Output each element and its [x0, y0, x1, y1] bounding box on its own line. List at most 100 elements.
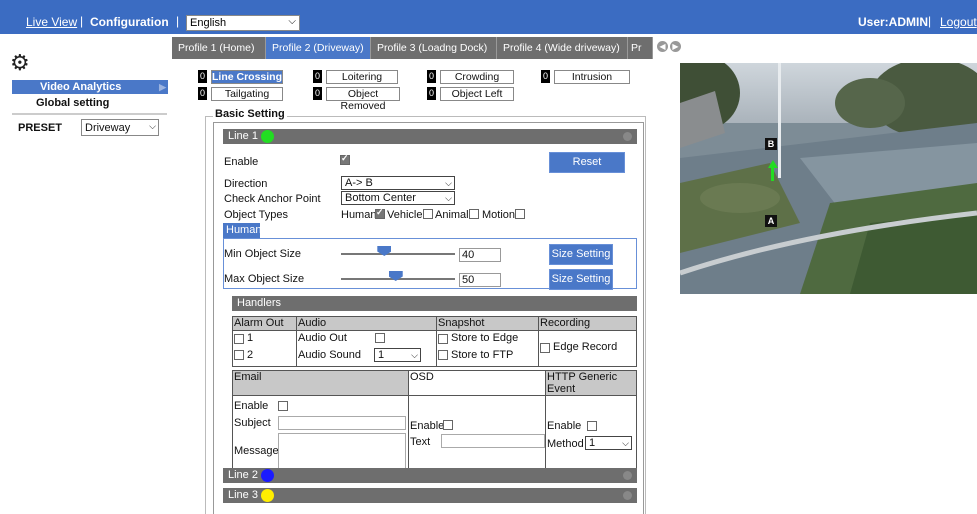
object-type-vehicle[interactable]: Vehicle: [387, 209, 422, 221]
tab-label: Profile 4 (Wide driveway): [503, 42, 620, 54]
http-enable-checkbox[interactable]: [587, 421, 597, 431]
scroll-left-icon[interactable]: ◀: [657, 41, 668, 52]
min-size-setting-button[interactable]: Size Setting: [549, 244, 613, 265]
max-size-input[interactable]: 50: [459, 273, 501, 287]
line-2-header[interactable]: Line 2: [223, 468, 637, 483]
object-types-label: Object Types: [224, 209, 288, 221]
http-cell: Enable Method 1 ⌵: [545, 395, 637, 474]
alarm-1-checkbox[interactable]: [234, 334, 244, 344]
alarm-2-label: 2: [247, 349, 254, 361]
message-textarea[interactable]: [278, 433, 406, 471]
language-value: English: [190, 17, 227, 29]
tab-profile-5[interactable]: Pr: [628, 37, 653, 59]
line-1-header[interactable]: Line 1: [223, 129, 637, 144]
anchor-point-value: Bottom Center: [345, 192, 416, 204]
marker-a: A: [765, 215, 777, 227]
anchor-point-label: Check Anchor Point: [224, 193, 321, 205]
enable-label: Enable: [224, 156, 259, 168]
osd-enable-checkbox[interactable]: [443, 420, 453, 430]
osd-text-input[interactable]: [441, 434, 545, 448]
enable-checkbox[interactable]: [340, 153, 350, 165]
direction-arrow: [771, 167, 774, 181]
tab-label: Profile 1 (Home): [178, 42, 255, 54]
audio-header: Audio: [296, 316, 437, 331]
store-ftp-label: Store to FTP: [451, 349, 514, 361]
object-type-animal[interactable]: Animal: [435, 209, 469, 221]
user-label: User:ADMIN: [858, 15, 929, 29]
min-size-input[interactable]: 40: [459, 248, 501, 262]
method-value: 1: [589, 437, 596, 449]
preset-value: Driveway: [85, 122, 131, 134]
min-size-slider[interactable]: [341, 253, 455, 255]
store-edge-label: Store to Edge: [451, 332, 519, 344]
collapse-icon[interactable]: [623, 491, 632, 500]
recording-header: Recording: [538, 316, 637, 331]
count-badge: 0: [427, 87, 436, 100]
vehicle-checkbox[interactable]: [423, 209, 433, 219]
line-1-color-dot: [261, 130, 274, 143]
language-select[interactable]: English ⌵: [186, 15, 300, 31]
tab-profile-1[interactable]: Profile 1 (Home): [172, 37, 266, 59]
anchor-point-select[interactable]: Bottom Center ⌵: [341, 191, 455, 205]
tab-label: Pr: [631, 42, 642, 54]
object-type-human[interactable]: Human: [341, 209, 376, 221]
triangle-right-icon: ▶: [159, 82, 166, 92]
tab-profile-3[interactable]: Profile 3 (Loadng Dock): [371, 37, 497, 59]
tab-profile-4[interactable]: Profile 4 (Wide driveway): [497, 37, 628, 59]
line-3-header[interactable]: Line 3: [223, 488, 637, 503]
chevron-down-icon: ⌵: [149, 121, 156, 131]
sidebar-item-global-setting[interactable]: Global setting: [36, 97, 109, 109]
direction-label: Direction: [224, 178, 268, 190]
tab-profile-2[interactable]: Profile 2 (Driveway): [266, 37, 371, 59]
direction-select[interactable]: A-> B ⌵: [341, 176, 455, 190]
handlers-table-1: Alarm Out Audio Snapshot Recording 1 2 A…: [232, 316, 637, 367]
sidebar-item-video-analytics[interactable]: Video Analytics ▶: [12, 80, 168, 94]
max-size-setting-button[interactable]: Size Setting: [549, 269, 613, 290]
tab-label: Profile 2 (Driveway): [272, 42, 364, 54]
camera-view[interactable]: B A: [680, 63, 977, 294]
object-type-label: Animal: [435, 209, 469, 221]
collapse-icon[interactable]: [623, 471, 632, 480]
subject-input[interactable]: [278, 416, 406, 430]
sidebar-item-label: Video Analytics: [40, 81, 122, 93]
edge-record-checkbox[interactable]: [540, 343, 550, 353]
divider: [12, 113, 167, 115]
audio-out-checkbox[interactable]: [375, 333, 385, 343]
button-label: Crowding: [440, 70, 514, 84]
configuration-link[interactable]: Configuration: [90, 15, 169, 29]
logout-link[interactable]: Logout: [940, 15, 977, 29]
preset-label: PRESET: [18, 122, 63, 134]
object-type-label: Human: [341, 209, 377, 221]
store-edge-checkbox[interactable]: [438, 334, 448, 344]
alarm-2-checkbox[interactable]: [234, 350, 244, 360]
email-enable-label: Enable: [234, 400, 269, 412]
max-object-size-label: Max Object Size: [224, 273, 305, 285]
object-type-label: Motion: [482, 209, 516, 221]
object-type-motion[interactable]: Motion: [482, 209, 515, 221]
chevron-down-icon: ⌵: [445, 178, 452, 188]
http-header: HTTP Generic Event: [545, 370, 637, 396]
scroll-right-icon[interactable]: ▶: [670, 41, 681, 52]
live-view-link[interactable]: Live View: [26, 15, 77, 29]
chevron-down-icon: ⌵: [445, 193, 452, 203]
alarm-out-cell: 1 2: [232, 330, 297, 367]
animal-checkbox[interactable]: [469, 209, 479, 219]
human-checkbox[interactable]: [375, 207, 385, 219]
button-label: Line Crossing: [211, 70, 283, 84]
camera-image: [680, 63, 977, 294]
reset-counting-button[interactable]: Reset Counting: [549, 152, 625, 187]
preset-select[interactable]: Driveway ⌵: [81, 119, 159, 136]
email-header: Email: [232, 370, 409, 396]
line-2-color-dot: [261, 469, 274, 482]
snapshot-cell: Store to Edge Store to FTP: [436, 330, 539, 367]
chevron-down-icon: ⌵: [288, 16, 296, 27]
email-cell: Enable Subject Message: [232, 395, 409, 474]
email-enable-checkbox[interactable]: [278, 401, 288, 411]
method-select[interactable]: 1 ⌵: [585, 436, 632, 450]
audio-sound-select[interactable]: 1 ⌵: [374, 348, 421, 362]
audio-sound-value: 1: [378, 349, 385, 361]
tab-human[interactable]: Human: [223, 223, 261, 238]
motion-checkbox[interactable]: [515, 209, 525, 219]
store-ftp-checkbox[interactable]: [438, 350, 448, 360]
collapse-icon[interactable]: [623, 132, 632, 141]
